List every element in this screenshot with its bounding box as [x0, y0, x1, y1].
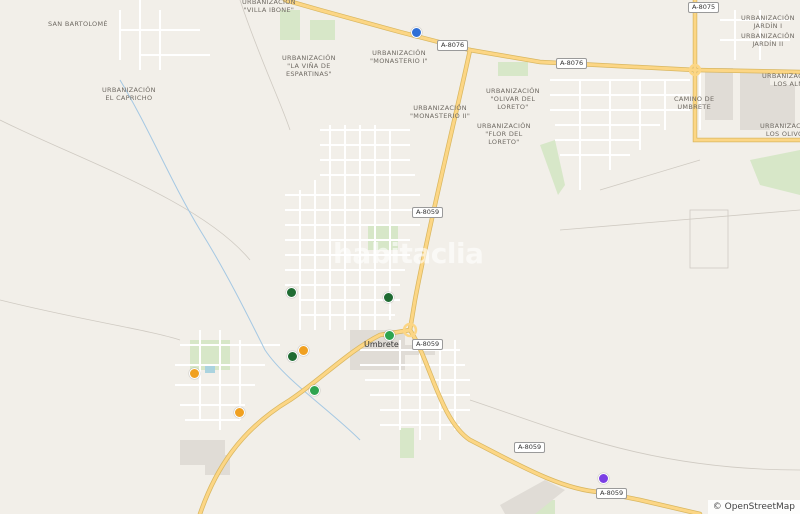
place-label-vina-espartinas: URBANIZACIÓN "LA VIÑA DE ESPARTINAS": [282, 54, 336, 78]
map-canvas[interactable]: habitaclia SAN BARTOLOMÉ URBANIZACIÓN "VI…: [0, 0, 800, 514]
town-label: Umbrete: [364, 340, 399, 349]
road-shield-a8075: A-8075: [688, 2, 720, 13]
place-label-jardin-1: URBANIZACIÓN JARDÍN I: [741, 14, 795, 30]
watermark: habitaclia: [333, 237, 484, 270]
property-marker-orange-1[interactable]: [298, 345, 309, 356]
place-label-los-olivos: URBANIZACIÓN LOS OLIVOS: [760, 122, 800, 138]
property-marker-purple[interactable]: [598, 473, 609, 484]
place-label-monasterio-1: URBANIZACIÓN "MONASTERIO I": [370, 49, 428, 65]
place-label-olivar-loreto: URBANIZACIÓN "OLIVAR DEL LORETO": [486, 87, 540, 111]
property-marker-green-dark-3[interactable]: [287, 351, 298, 362]
road-shield-a8059-se: A-8059: [596, 488, 628, 499]
property-marker-green-1[interactable]: [384, 330, 395, 341]
property-marker-green-dark-2[interactable]: [383, 292, 394, 303]
place-label-los-alm: URBANIZACIÓN LOS ALM: [762, 72, 800, 88]
place-label-san-bartolome: SAN BARTOLOMÉ: [48, 20, 108, 28]
property-marker-blue[interactable]: [411, 27, 422, 38]
property-marker-orange-2[interactable]: [189, 368, 200, 379]
minor-streets: [119, 0, 790, 440]
road-shield-a8076-a: A-8076: [437, 40, 469, 51]
property-marker-green-dark-1[interactable]: [286, 287, 297, 298]
pool: [205, 365, 215, 373]
place-label-jardin-2: URBANIZACIÓN JARDÍN II: [741, 32, 795, 48]
place-label-el-capricho: URBANIZACIÓN EL CAPRICHO: [102, 86, 156, 102]
place-label-flor-loreto: URBANIZACIÓN "FLOR DEL LORETO": [477, 122, 531, 146]
road-shield-a8059-s: A-8059: [514, 442, 546, 453]
road-shield-a8076-b: A-8076: [556, 58, 588, 69]
place-label-camino-umbrete: CAMINO DE UMBRETE: [674, 95, 715, 111]
road-shield-a8059-n: A-8059: [412, 207, 444, 218]
property-marker-green-2[interactable]: [309, 385, 320, 396]
attribution[interactable]: © OpenStreetMap: [707, 500, 800, 514]
property-marker-orange-3[interactable]: [234, 407, 245, 418]
road-shield-a8059-c: A-8059: [412, 339, 444, 350]
place-label-monasterio-2: URBANIZACIÓN "MONASTERIO II": [410, 104, 471, 120]
place-label-villa-ibone: URBANIZACIÓN "VILLA IBONE": [242, 0, 296, 14]
